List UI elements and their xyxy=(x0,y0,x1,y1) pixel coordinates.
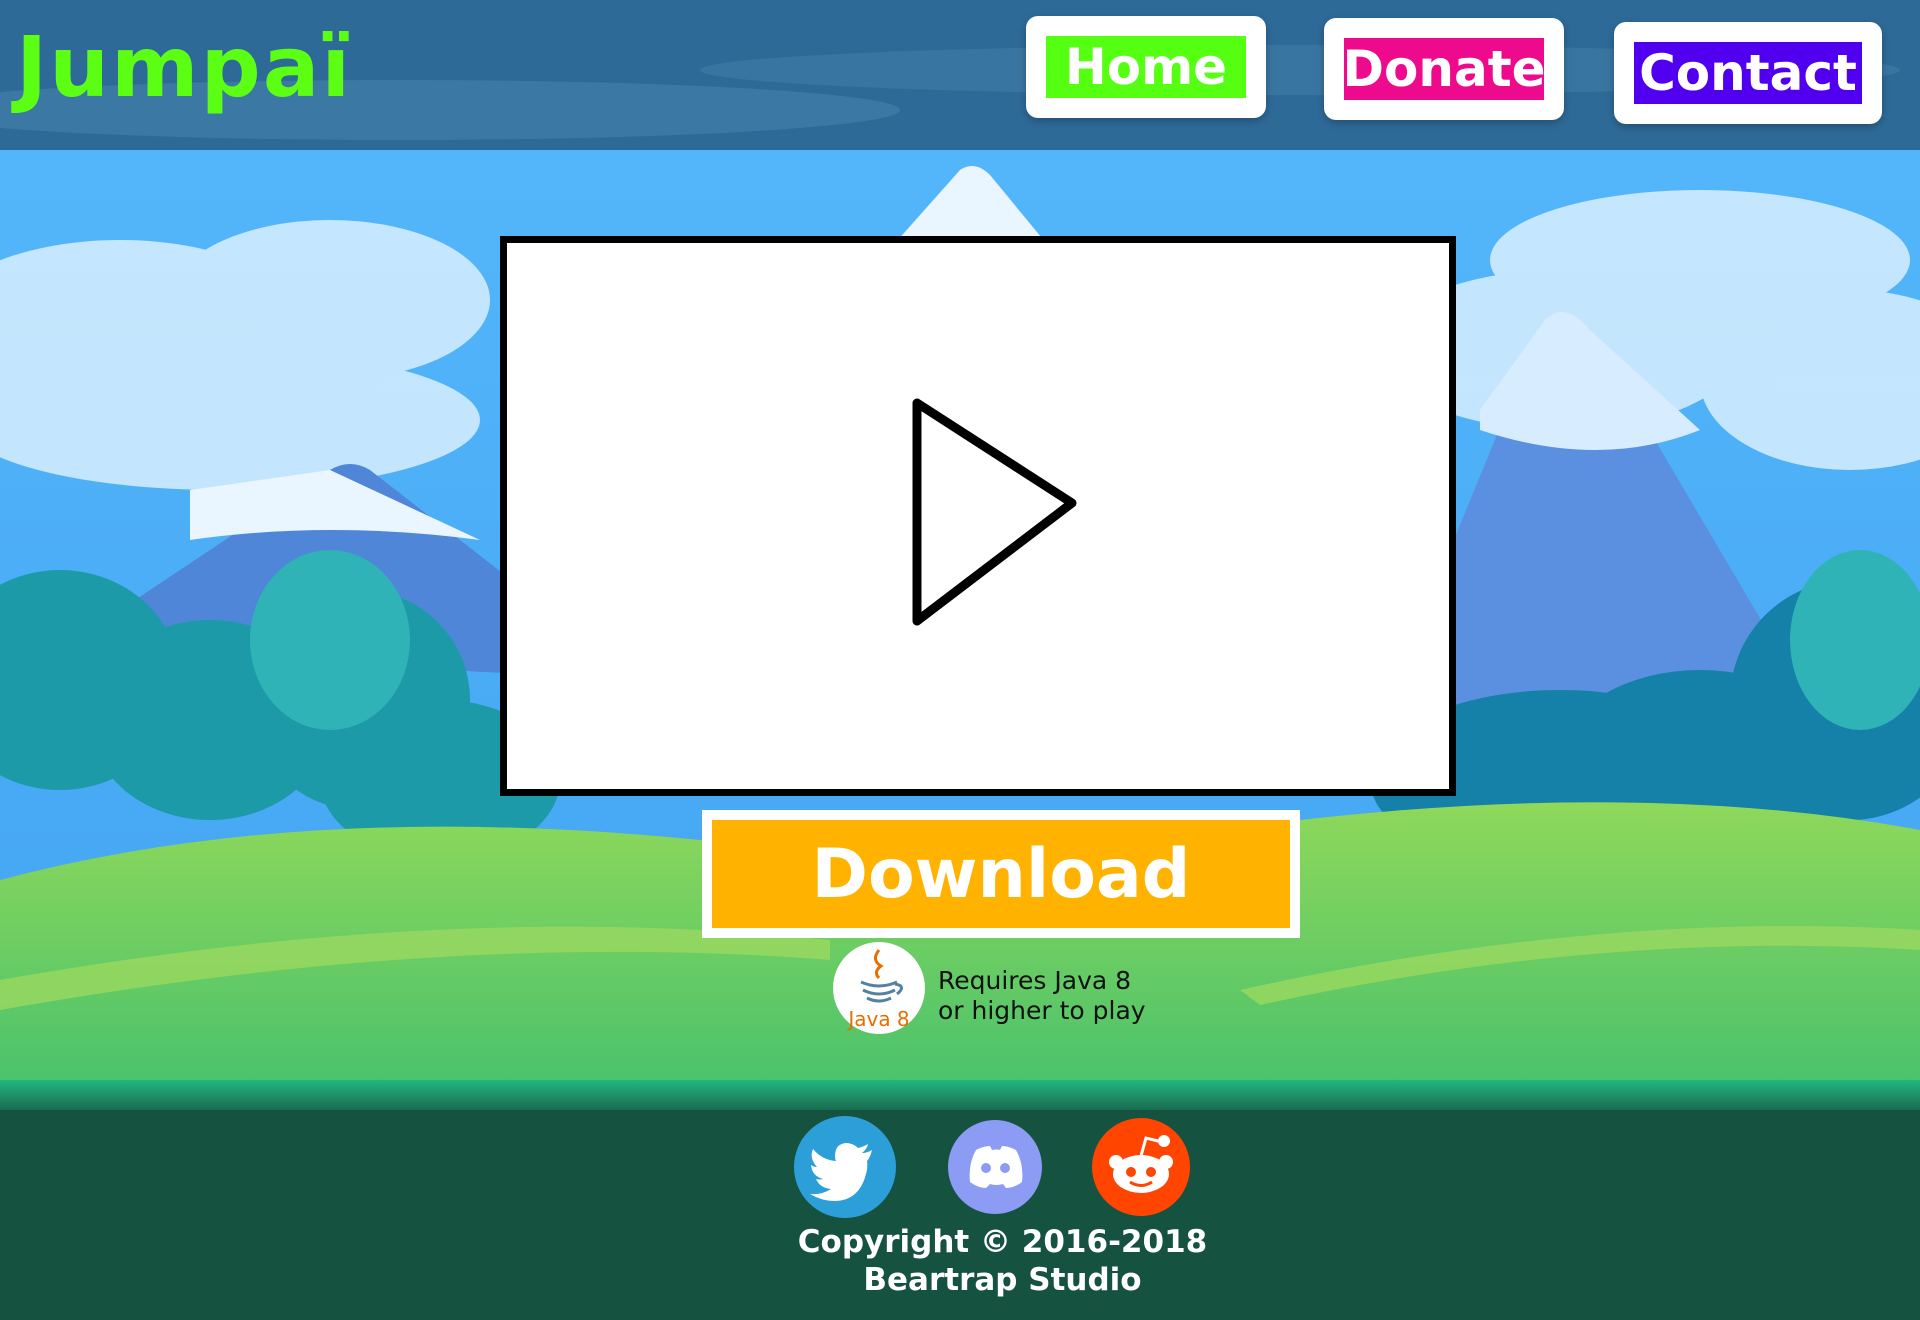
java-logo: Java 8 xyxy=(833,942,925,1034)
download-label: Download xyxy=(712,820,1290,928)
site-logo[interactable]: Jumpaï xyxy=(16,18,352,116)
reddit-button[interactable] xyxy=(1092,1118,1190,1216)
java-requirement-note: Requires Java 8 or higher to play xyxy=(938,966,1146,1026)
reddit-icon xyxy=(1109,1135,1173,1193)
discord-button[interactable] xyxy=(948,1120,1042,1214)
nav-donate-button[interactable]: Donate xyxy=(1324,18,1564,120)
nav-contact-label: Contact xyxy=(1634,42,1862,104)
site-header: Jumpaï Home Donate Contact xyxy=(0,0,1920,150)
nav-contact-button[interactable]: Contact xyxy=(1614,22,1882,124)
download-button[interactable]: Download xyxy=(702,810,1300,938)
studio-name: Beartrap Studio xyxy=(863,1262,1142,1298)
video-player[interactable] xyxy=(500,236,1456,796)
copyright-text: Copyright © 2016-2018 xyxy=(797,1224,1208,1260)
twitter-icon xyxy=(810,1143,872,1201)
discord-icon xyxy=(969,1146,1023,1188)
java-note-line1: Requires Java 8 xyxy=(938,966,1132,995)
nav-donate-label: Donate xyxy=(1344,38,1544,100)
twitter-button[interactable] xyxy=(794,1116,896,1218)
java-logo-text: Java 8 xyxy=(846,1007,909,1031)
play-icon[interactable] xyxy=(507,243,1449,789)
nav-home-label: Home xyxy=(1046,36,1246,98)
nav-home-button[interactable]: Home xyxy=(1026,16,1266,118)
java-note-line2: or higher to play xyxy=(938,996,1146,1025)
